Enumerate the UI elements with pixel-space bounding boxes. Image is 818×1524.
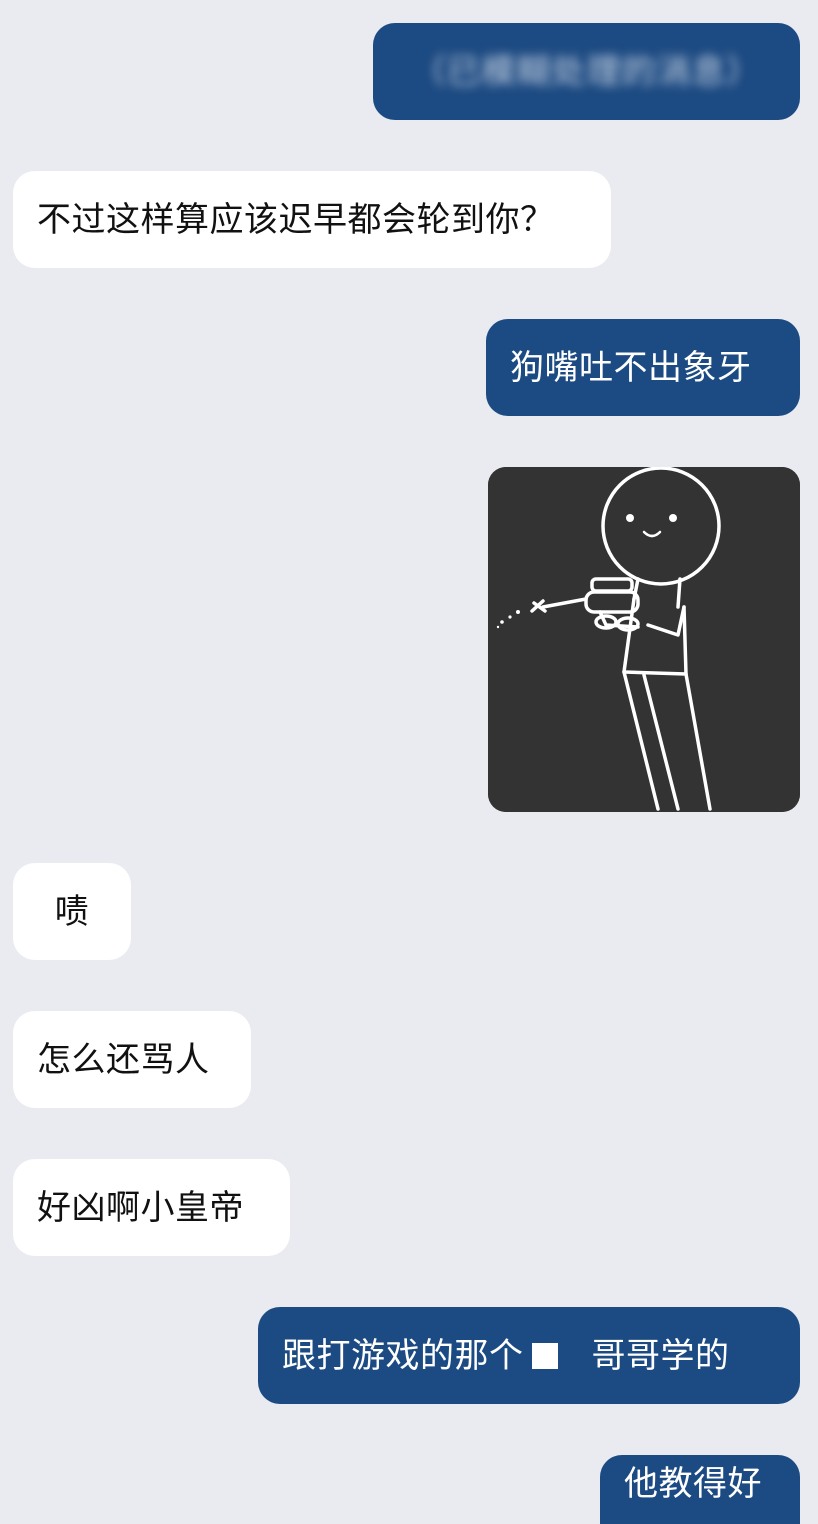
message-bubble-incoming[interactable]: 啧 (13, 863, 131, 960)
blurred-message-text: （已模糊处理的消息） (411, 51, 762, 92)
message-bubble-incoming[interactable]: 怎么还骂人 (13, 1011, 251, 1108)
sticker-image[interactable] (488, 467, 800, 812)
message-bubble-outgoing[interactable]: 他教得好 (600, 1455, 800, 1524)
message-text-after: 哥哥学的 (591, 1335, 730, 1376)
redaction-block (531, 1342, 558, 1369)
message-text: 不过这样算应该迟早都会轮到你？ (37, 199, 555, 240)
message-text-before: 跟打游戏的那个 (282, 1335, 524, 1376)
message-text: 啧 (54, 891, 90, 932)
message-bubble-incoming[interactable]: 好凶啊小皇帝 (13, 1159, 290, 1256)
message-text: 他教得好 (624, 1464, 762, 1504)
chat-screen: { "colors": { "background": "#e9ebf0", "… (0, 0, 818, 1524)
message-bubble-outgoing[interactable]: 狗嘴吐不出象牙 (486, 319, 800, 416)
stick-figure-water-gun-icon (488, 467, 800, 812)
message-bubble-outgoing[interactable]: 跟打游戏的那个 哥哥学的 (258, 1307, 800, 1404)
message-text: 狗嘴吐不出象牙 (510, 347, 752, 388)
message-bubble-incoming[interactable]: 不过这样算应该迟早都会轮到你？ (13, 171, 611, 268)
message-text: 好凶啊小皇帝 (37, 1187, 244, 1228)
message-text: 怎么还骂人 (37, 1039, 210, 1080)
message-bubble-outgoing[interactable]: （已模糊处理的消息） (373, 23, 800, 120)
